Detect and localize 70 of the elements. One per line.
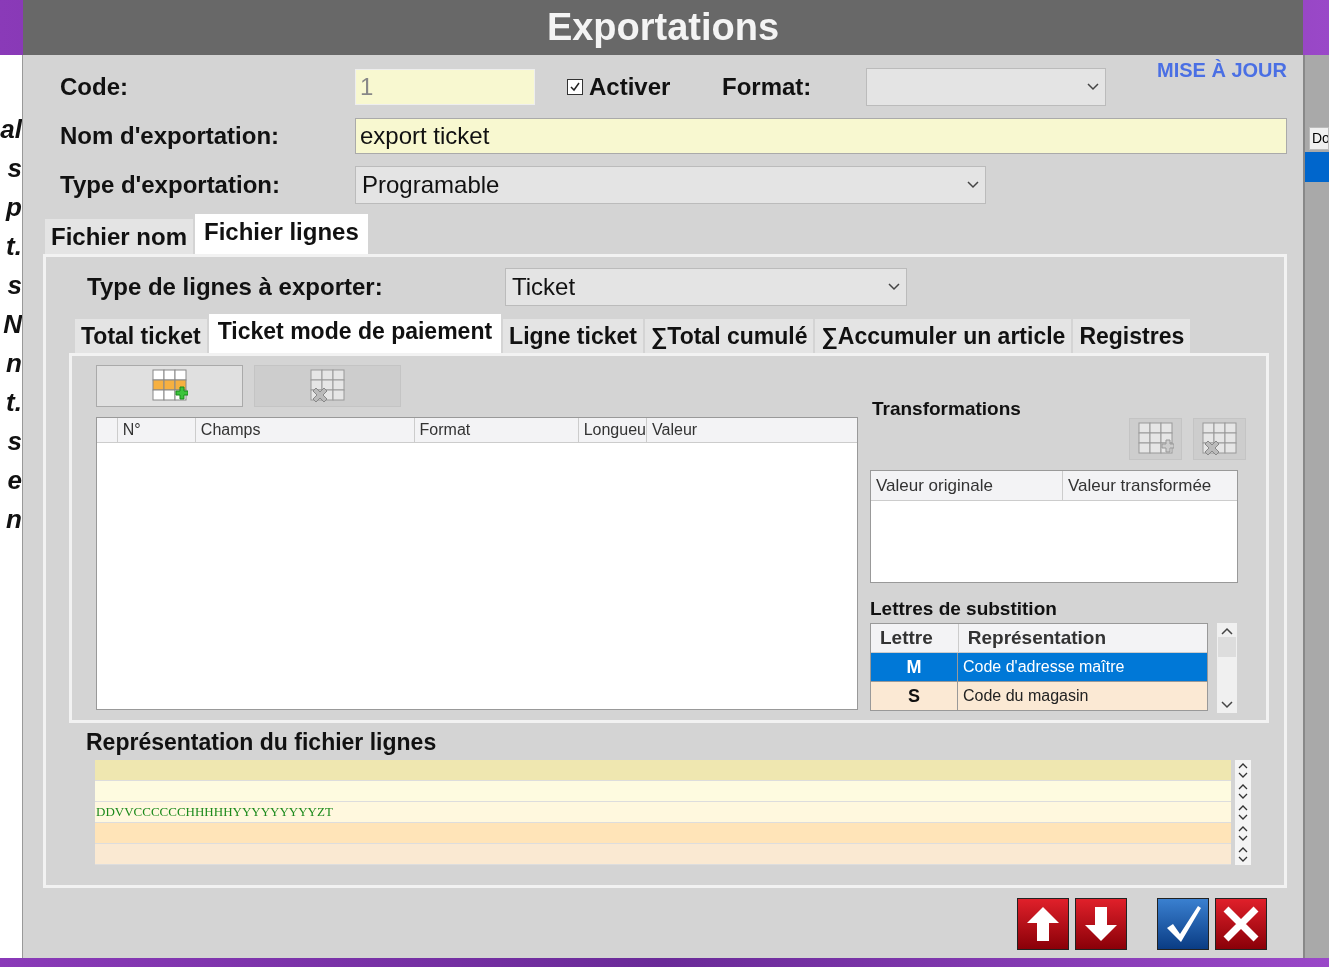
checkbox-label: Activer — [589, 73, 672, 101]
chevron-icon — [1221, 627, 1233, 635]
name-field[interactable]: export ticket — [355, 118, 1287, 154]
grid-delete-icon — [1201, 422, 1238, 456]
background-text: s — [7, 271, 22, 299]
column-header: Valeur originale — [875, 474, 994, 497]
tab[interactable]: Ticket mode de paiement — [208, 314, 502, 353]
background-text: p — [6, 193, 22, 221]
move-up-button[interactable] — [1017, 898, 1069, 950]
background-text: n — [6, 505, 22, 533]
group-title: Transformations — [872, 398, 1022, 420]
field-label: Type d'exportation: — [60, 171, 281, 199]
activer-checkbox[interactable] — [567, 79, 583, 95]
line-type-select[interactable]: Ticket — [505, 268, 907, 306]
tab[interactable]: ∑Accumuler un article — [815, 319, 1072, 353]
section-title: Représentation du fichier lignes — [86, 729, 438, 756]
background-text: t. — [6, 388, 22, 416]
add-row-button[interactable] — [96, 365, 243, 407]
tab[interactable]: Registres — [1073, 319, 1191, 353]
tab[interactable]: Fichier nom — [45, 219, 194, 254]
field-label: Nom d'exportation: — [60, 122, 281, 150]
table-cell: S — [871, 682, 958, 710]
chevron-icon — [1221, 701, 1233, 709]
tab[interactable]: Ligne ticket — [503, 319, 643, 353]
scrollbar-thumb[interactable] — [1218, 637, 1236, 657]
background-text: n — [6, 349, 22, 377]
cancel-button[interactable] — [1215, 898, 1267, 950]
grid-add-icon — [1137, 422, 1174, 456]
grid-delete-icon — [309, 369, 346, 403]
tab[interactable]: Fichier lignes — [195, 214, 368, 254]
window-title: Exportations — [546, 6, 780, 49]
column-header: Champs — [194, 418, 414, 442]
scrollbar[interactable] — [1217, 623, 1237, 713]
background-text: e — [7, 466, 22, 494]
confirm-button[interactable] — [1157, 898, 1209, 950]
table-row[interactable]: S Code du magasin — [871, 682, 1207, 711]
column-header: Valeur transformée — [1062, 471, 1237, 500]
arrow-down-icon — [1083, 905, 1119, 943]
background-text: t. — [6, 232, 22, 260]
background-text: s — [7, 427, 22, 455]
chevron-icon — [888, 283, 900, 291]
spinner-icon[interactable] — [1235, 844, 1251, 865]
table-cell-text: Code d'adresse maître — [962, 657, 1126, 677]
column-header: Valeur — [646, 418, 857, 442]
field-label: Format: — [722, 73, 813, 101]
table-cell: M — [871, 653, 958, 681]
column-header: Longueu — [577, 418, 647, 442]
background-text: s — [7, 154, 22, 182]
field-label: Code: — [60, 73, 129, 101]
tab[interactable]: ∑Total cumulé — [644, 319, 814, 353]
spinner-icon[interactable] — [1235, 760, 1251, 781]
move-down-button[interactable] — [1075, 898, 1127, 950]
table-cell-text: Code du magasin — [962, 686, 1090, 706]
field-label: Type de lignes à exporter: — [87, 273, 384, 301]
tab[interactable]: Total ticket — [75, 319, 207, 353]
group-title: Lettres de substition — [870, 598, 1058, 620]
grid-add-icon — [151, 369, 188, 403]
background-text: al — [0, 115, 22, 143]
arrow-up-icon — [1025, 905, 1061, 943]
chevron-icon — [967, 181, 979, 189]
column-header: N° — [116, 418, 195, 442]
column-header: Format — [413, 418, 578, 442]
column-header: Lettre — [879, 626, 934, 650]
format-select[interactable] — [866, 68, 1106, 106]
close-icon — [1222, 905, 1260, 943]
table-row[interactable]: M Code d'adresse maître — [871, 653, 1207, 682]
chevron-icon — [1087, 83, 1099, 91]
type-select[interactable]: Programable — [355, 166, 986, 204]
column-header: Représentation — [957, 624, 1207, 652]
background-text: N — [3, 310, 22, 338]
